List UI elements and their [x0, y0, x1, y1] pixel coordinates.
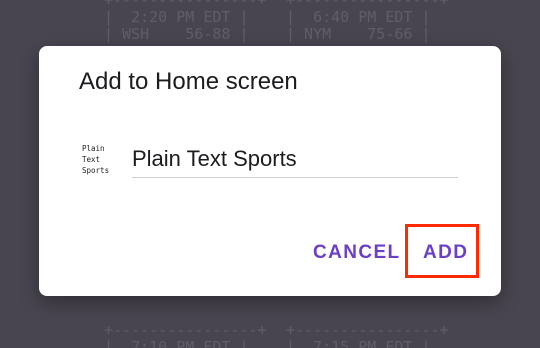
app-icon-line: Text	[82, 155, 101, 164]
shortcut-name-field	[132, 143, 458, 178]
shortcut-name-input[interactable]	[132, 143, 458, 175]
app-icon-line: Sports	[82, 166, 110, 175]
add-to-home-dialog: Add to Home screen Plain Text Sports CAN…	[39, 46, 501, 296]
app-icon-line: Plain	[82, 144, 105, 153]
app-icon: Plain Text Sports	[82, 143, 118, 176]
add-button[interactable]: ADD	[423, 242, 468, 264]
cancel-button[interactable]: CANCEL	[313, 242, 401, 264]
dialog-title: Add to Home screen	[79, 68, 298, 95]
